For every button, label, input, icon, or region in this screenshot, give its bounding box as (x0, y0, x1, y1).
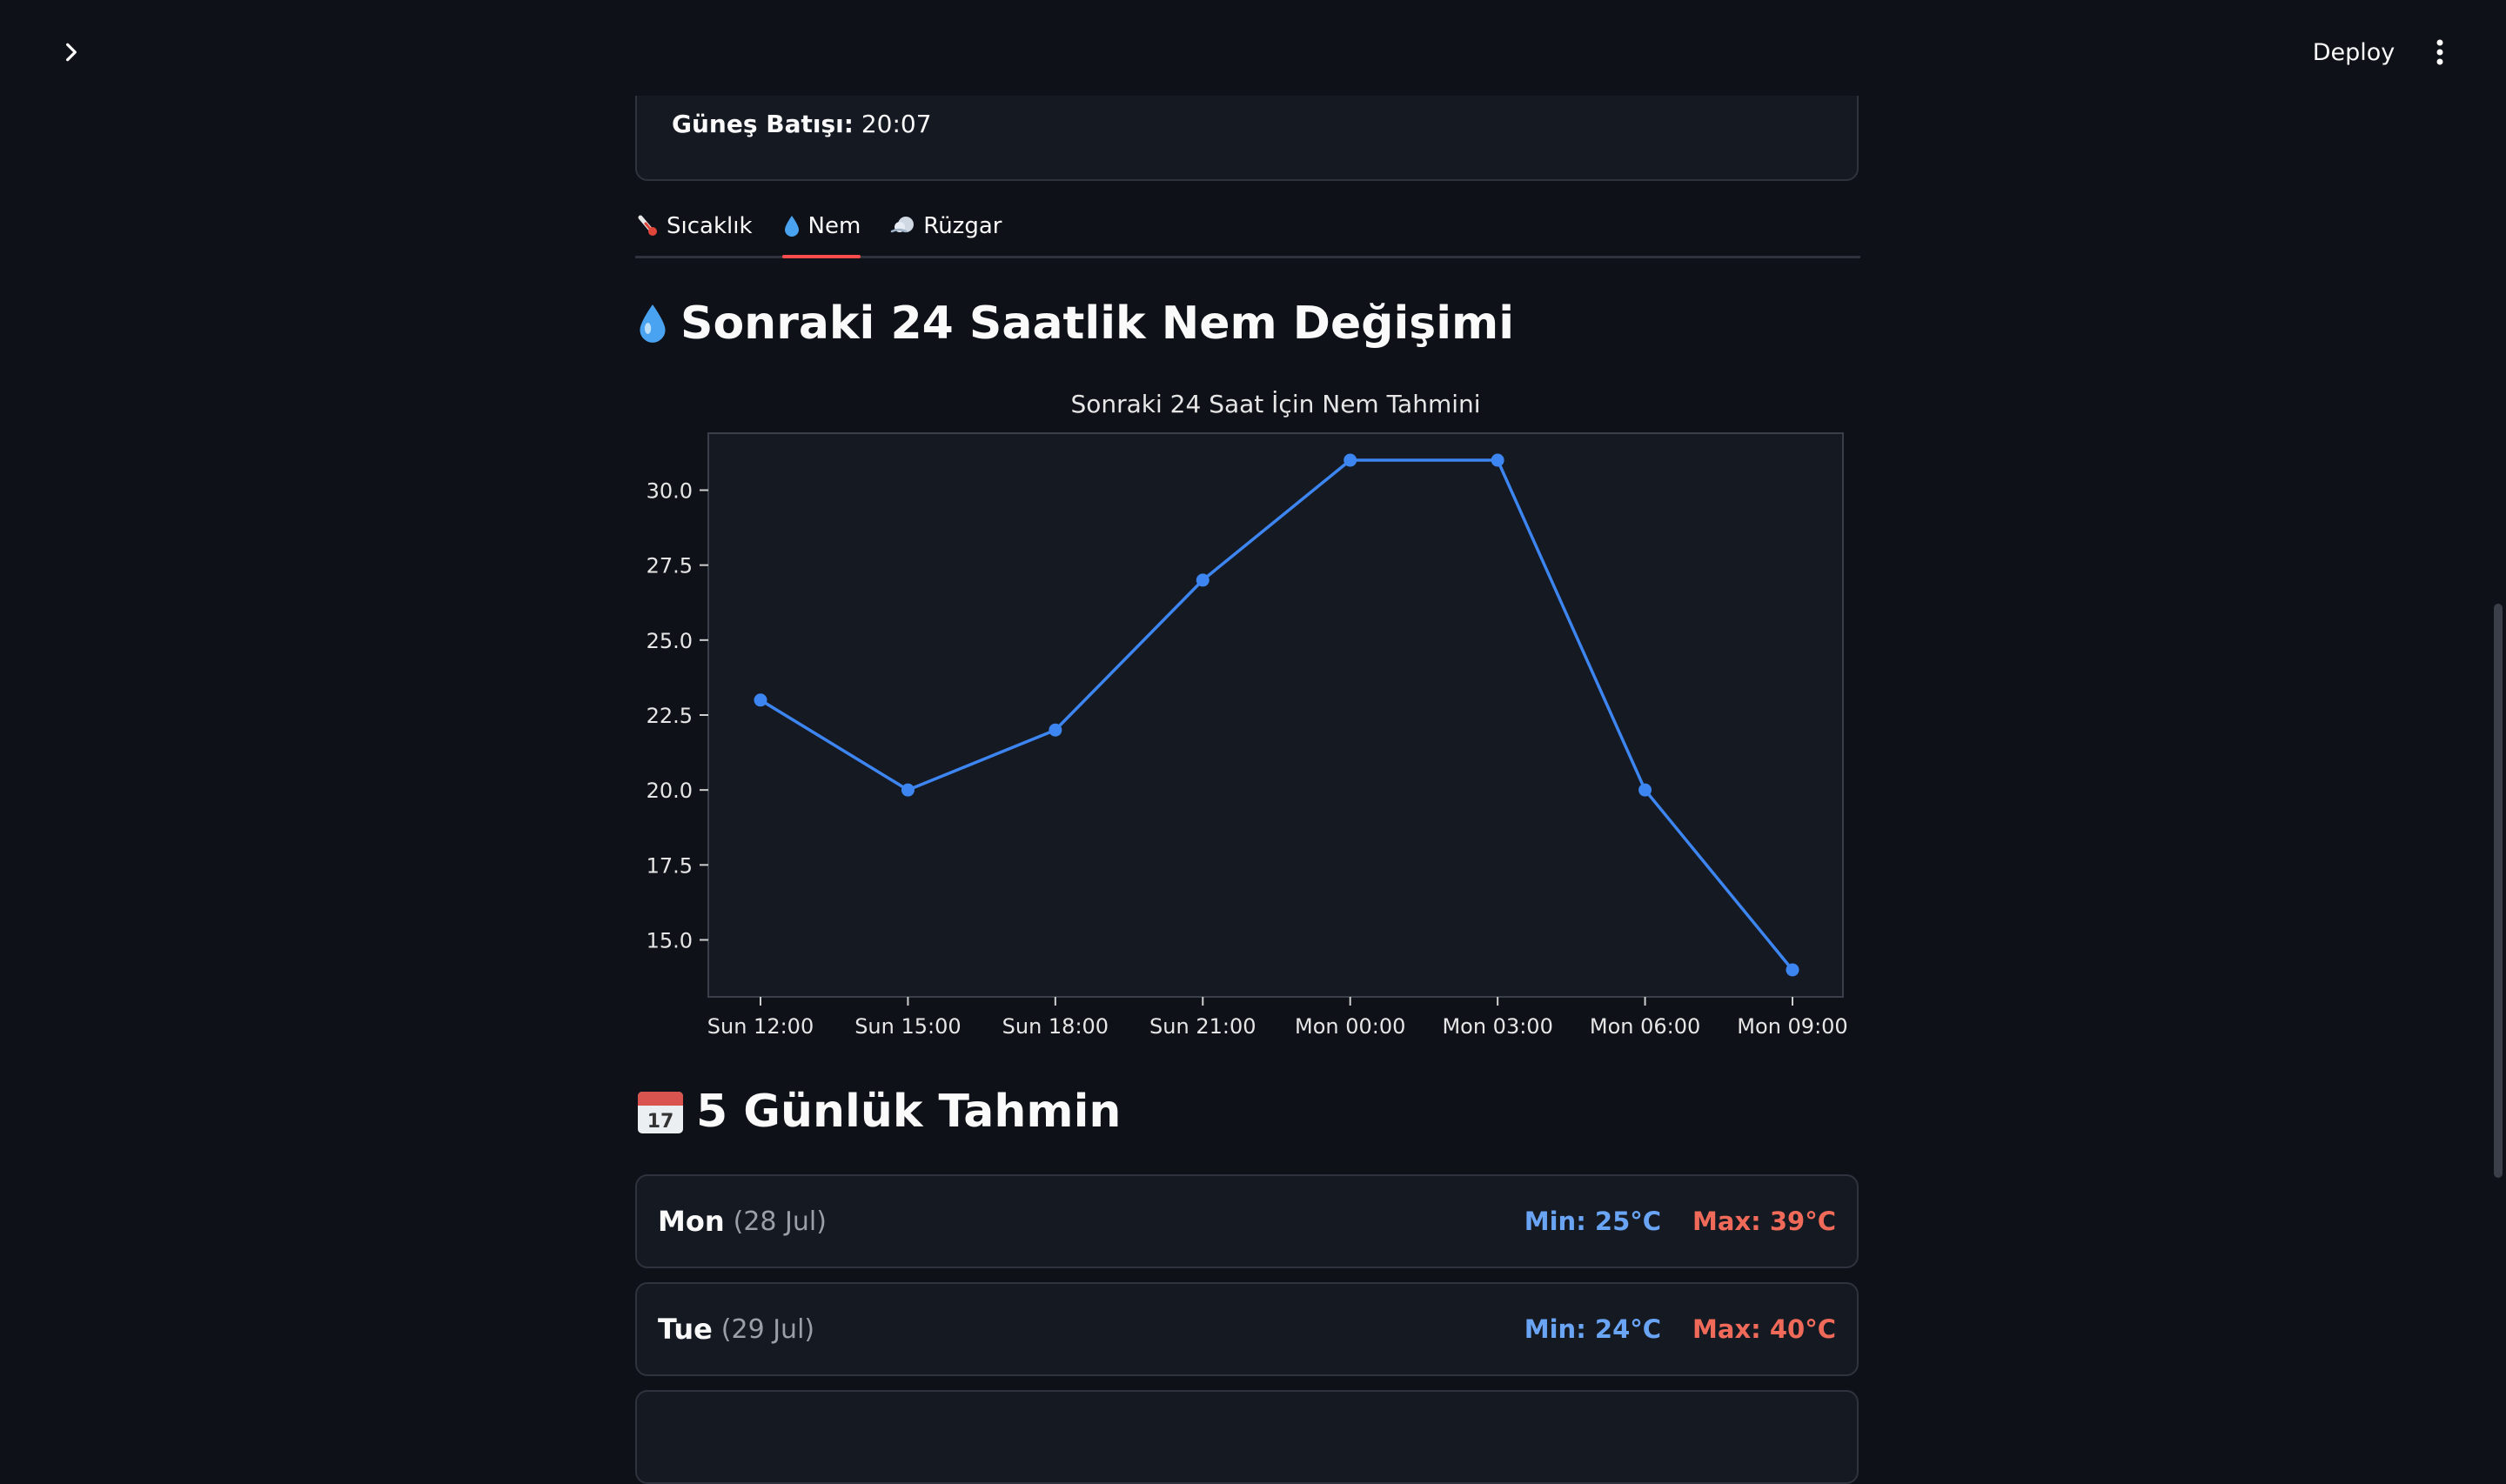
more-vertical-icon (2436, 39, 2443, 65)
data-point[interactable] (1786, 963, 1799, 977)
humidity-section-title: Sonraki 24 Saatlik Nem Değişimi (635, 297, 1514, 350)
sunset-value: 20:07 (861, 110, 932, 138)
y-tick-label: 27.5 (647, 554, 693, 578)
forecast-day-card[interactable]: Tue (29 Jul) Min: 24°C Max: 40°C (635, 1282, 1859, 1376)
data-point[interactable] (901, 783, 915, 797)
x-tick-label: Mon 06:00 (1590, 1014, 1700, 1039)
day-date: (28 Jul) (733, 1206, 827, 1237)
x-tick-label: Mon 03:00 (1442, 1014, 1552, 1039)
x-tick-label: Sun 15:00 (854, 1014, 961, 1039)
y-axis: 15.0 17.5 20.0 22.5 25.0 27.5 30.0 (647, 478, 708, 953)
data-point[interactable] (1638, 783, 1652, 797)
chart-title: Sonraki 24 Saat İçin Nem Tahmini (1070, 390, 1480, 418)
x-tick-label: Mon 09:00 (1737, 1014, 1847, 1039)
tab-label: Nem (807, 213, 861, 239)
plot-area (707, 432, 1844, 998)
data-point[interactable] (1049, 723, 1062, 737)
thermometer-icon (635, 214, 660, 238)
y-tick-label: 20.0 (647, 779, 693, 803)
tab-humidity[interactable]: Nem (781, 197, 861, 258)
page-scrollbar[interactable] (2494, 604, 2503, 1178)
tab-wind[interactable]: Rüzgar (890, 197, 1002, 256)
x-tick-label: Sun 18:00 (1002, 1014, 1109, 1039)
tab-temperature[interactable]: Sıcaklık (635, 197, 753, 256)
x-tick-label: Sun 21:00 (1149, 1014, 1256, 1039)
y-tick-label: 15.0 (647, 929, 693, 953)
data-point[interactable] (1196, 573, 1209, 587)
min-temp: Min: 24°C (1524, 1314, 1662, 1344)
day-date: (29 Jul) (720, 1314, 815, 1345)
x-tick-label: Mon 00:00 (1295, 1014, 1405, 1039)
day-name: Tue (658, 1313, 713, 1346)
forecast-section-title: 17 5 Günlük Tahmin (635, 1086, 1121, 1138)
y-tick-label: 22.5 (647, 704, 693, 728)
chart-tabs: Sıcaklık Nem Rüzgar (635, 197, 1860, 258)
tab-label: Rüzgar (923, 213, 1002, 239)
droplet-icon (635, 300, 670, 347)
y-tick-label: 30.0 (647, 478, 693, 503)
data-point[interactable] (1343, 453, 1357, 467)
app-header: Deploy (0, 0, 2506, 96)
day-name: Mon (658, 1205, 725, 1238)
svg-text:17: 17 (647, 1111, 674, 1133)
deploy-button[interactable]: Deploy (2297, 31, 2410, 73)
humidity-chart: Sonraki 24 Saat İçin Nem Tahmini 15.0 17.… (635, 383, 1860, 1061)
data-point[interactable] (1491, 453, 1504, 467)
droplet-icon (782, 214, 801, 238)
y-tick-label: 25.0 (647, 629, 693, 653)
forecast-day-card[interactable]: Mon (28 Jul) Min: 25°C Max: 39°C (635, 1174, 1859, 1268)
x-tick-label: Sun 12:00 (707, 1014, 814, 1039)
calendar-icon: 17 (635, 1086, 686, 1137)
tab-label: Sıcaklık (667, 213, 753, 239)
y-tick-label: 17.5 (647, 853, 693, 878)
sunset-row: Güneş Batışı: 20:07 (672, 110, 932, 138)
chevron-right-icon (66, 43, 77, 62)
main-menu-button[interactable] (2419, 31, 2461, 73)
x-axis: Sun 12:00 Sun 15:00 Sun 18:00 Sun 21:00 Mon … (707, 997, 1848, 1039)
humidity-chart-svg: Sonraki 24 Saat İçin Nem Tahmini 15.0 17.… (647, 390, 1848, 1039)
sidebar-expand-button[interactable] (54, 35, 89, 70)
forecast-title-text: 5 Günlük Tahmin (696, 1086, 1122, 1138)
forecast-day-card-partial[interactable] (635, 1390, 1859, 1484)
max-temp: Max: 39°C (1692, 1207, 1836, 1236)
humidity-title-text: Sonraki 24 Saatlik Nem Değişimi (680, 297, 1515, 350)
wind-icon (890, 214, 916, 238)
max-temp: Max: 40°C (1692, 1314, 1836, 1344)
data-point[interactable] (754, 693, 767, 707)
min-temp: Min: 25°C (1524, 1207, 1662, 1236)
sunset-label: Güneş Batışı: (672, 110, 854, 138)
